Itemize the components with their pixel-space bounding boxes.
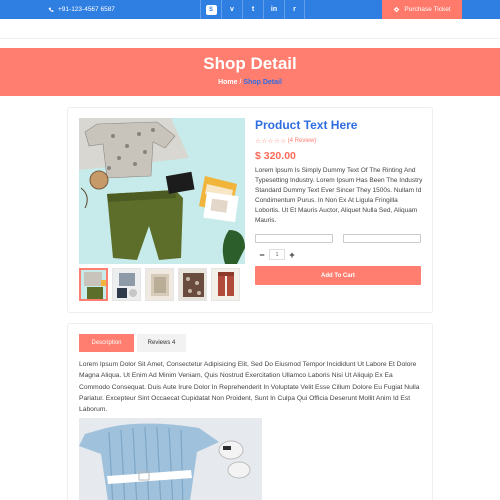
- product-thumbnail[interactable]: [211, 268, 240, 301]
- header-divider: [0, 38, 500, 39]
- long-description: Lorem Ipsum Dolor Sit Amet, Consectetur …: [79, 361, 420, 414]
- linkedin-icon: in: [270, 6, 278, 13]
- product-thumbnail[interactable]: [79, 268, 108, 301]
- review-count[interactable]: (4 Review): [288, 138, 317, 144]
- phone-icon: [48, 7, 54, 12]
- star-rating-icons: ☆☆☆☆☆: [255, 138, 287, 145]
- tab-reviews[interactable]: Reviews 4: [137, 334, 186, 352]
- page-banner: Shop Detail Home / Shop Detail: [0, 48, 500, 96]
- product-thumbnail[interactable]: [178, 268, 207, 301]
- add-to-cart-button[interactable]: Add To Cart: [255, 266, 421, 285]
- vimeo-icon: v: [230, 6, 234, 13]
- linkedin-link[interactable]: in: [263, 0, 284, 19]
- breadcrumb-current: Shop Detail: [243, 79, 282, 86]
- purchase-ticket-label: Purchase Ticket: [404, 6, 451, 13]
- product-price: $ 320.00: [255, 150, 296, 162]
- option-select-2[interactable]: [343, 234, 421, 243]
- description-image: [79, 418, 262, 500]
- product-title: Product Text Here: [255, 118, 358, 132]
- purchase-ticket-button[interactable]: Purchase Ticket: [382, 0, 462, 19]
- page-title: Shop Detail: [203, 54, 297, 73]
- top-bar: +91-123-4567 6587 S v t in r Purchase Ti…: [0, 0, 500, 19]
- rss-icon: r: [293, 6, 296, 13]
- rss-link[interactable]: r: [284, 0, 305, 19]
- breadcrumb-home[interactable]: Home: [218, 79, 237, 86]
- quantity-input[interactable]: 1: [269, 249, 285, 260]
- product-description: Lorem Ipsum Is Simply Dummy Text Of The …: [255, 167, 423, 224]
- twitter-link[interactable]: t: [242, 0, 263, 19]
- product-thumbnail[interactable]: [112, 268, 141, 301]
- option-select-1[interactable]: [255, 234, 333, 243]
- quantity-stepper: − 1 +: [255, 249, 299, 260]
- product-rating: ☆☆☆☆☆ (4 Review): [255, 137, 316, 145]
- vimeo-link[interactable]: v: [221, 0, 242, 19]
- twitter-icon: t: [251, 6, 255, 13]
- phone-contact[interactable]: +91-123-4567 6587: [48, 0, 115, 19]
- product-main-image[interactable]: [79, 118, 245, 264]
- skype-link[interactable]: S: [200, 0, 221, 19]
- skype-icon: S: [205, 4, 217, 15]
- social-links: S v t in r: [200, 0, 305, 19]
- tab-description[interactable]: Description: [79, 334, 134, 352]
- decrease-quantity-button[interactable]: −: [255, 249, 269, 260]
- increase-quantity-button[interactable]: +: [285, 249, 299, 260]
- breadcrumb: Home / Shop Detail: [0, 79, 500, 86]
- product-thumbnail[interactable]: [145, 268, 174, 301]
- phone-number: +91-123-4567 6587: [58, 6, 115, 13]
- ticket-icon: [394, 6, 400, 13]
- product-thumbnails: [79, 268, 240, 301]
